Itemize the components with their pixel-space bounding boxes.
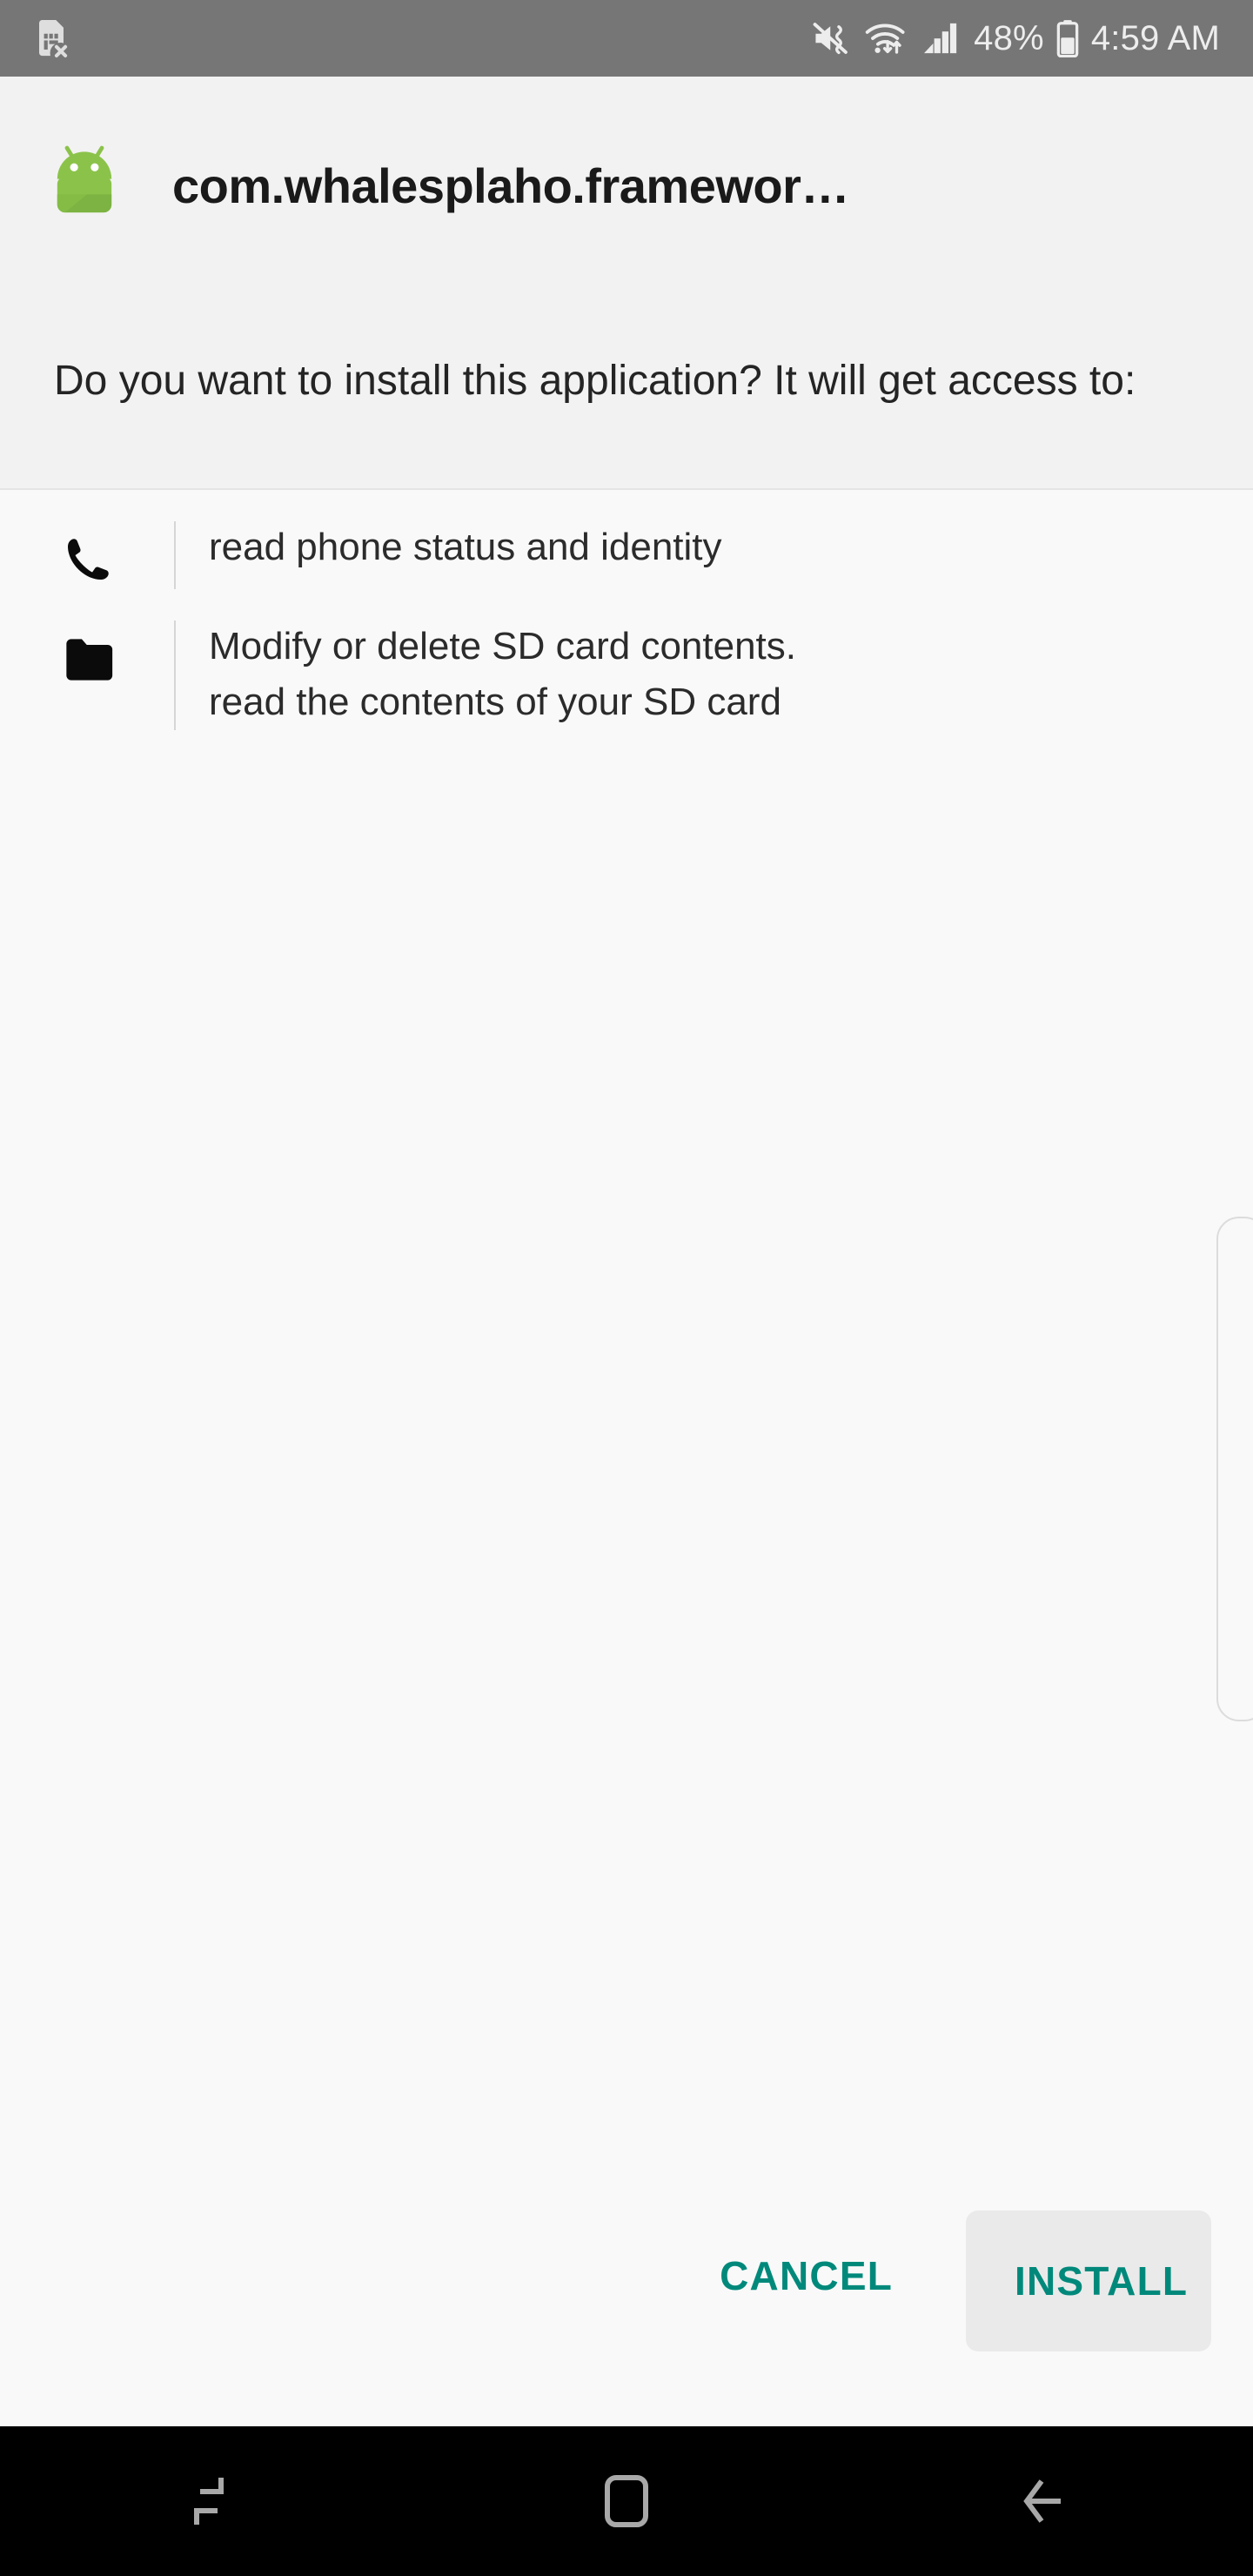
android-robot-icon (57, 145, 112, 213)
permission-text: read phone status and identity (176, 520, 722, 575)
install-permissions-screen: 48% 4:59 AM com.whalesplaho.framewor… Do… (0, 0, 1253, 2576)
sim-card-error-icon (39, 20, 68, 57)
install-question-text: Do you want to install this application?… (54, 358, 1136, 404)
home-button[interactable] (418, 2426, 835, 2576)
cancel-button[interactable]: CANCEL (685, 2210, 928, 2341)
scroll-indicator[interactable] (1216, 1217, 1253, 1721)
battery-percent-label: 48% (974, 18, 1044, 57)
wifi-data-icon (865, 23, 905, 54)
permission-text-line: Modify or delete SD card contents. (209, 625, 796, 667)
folder-icon (66, 639, 113, 681)
permission-icon-cell (0, 520, 174, 589)
permission-icon-cell (0, 619, 174, 688)
status-bar-right-cluster: 48% 4:59 AM (812, 19, 1220, 58)
app-package-name: com.whalesplaho.framewor… (172, 158, 849, 213)
back-arrow-icon (1023, 2479, 1061, 2523)
status-bar-left-icons (33, 18, 70, 58)
phone-handset-icon (68, 539, 109, 580)
recents-button[interactable] (0, 2426, 418, 2576)
permission-text: Modify or delete SD card contents. read … (176, 619, 796, 730)
action-bar: CANCEL INSTALL (0, 2210, 1253, 2393)
cellular-signal-icon (924, 23, 957, 54)
install-button[interactable]: INSTALL (966, 2210, 1211, 2351)
permissions-list: read phone status and identity Modify or… (0, 490, 1253, 2196)
permission-text-line: read phone status and identity (209, 526, 722, 568)
home-icon (605, 2475, 648, 2527)
recents-icon (194, 2478, 224, 2525)
permission-item: Modify or delete SD card contents. read … (0, 589, 1253, 730)
system-navigation-bar (0, 2426, 1253, 2576)
app-title-row: com.whalesplaho.framewor… (0, 138, 1253, 233)
mute-vibrate-icon (813, 23, 848, 55)
clock-label: 4:59 AM (1090, 18, 1220, 57)
status-bar: 48% 4:59 AM (0, 0, 1253, 77)
install-header: com.whalesplaho.framewor… Do you want to… (0, 77, 1253, 490)
permission-text-line: read the contents of your SD card (209, 680, 781, 723)
battery-icon (1056, 20, 1079, 57)
permission-item: read phone status and identity (0, 490, 1253, 589)
back-button[interactable] (835, 2426, 1253, 2576)
